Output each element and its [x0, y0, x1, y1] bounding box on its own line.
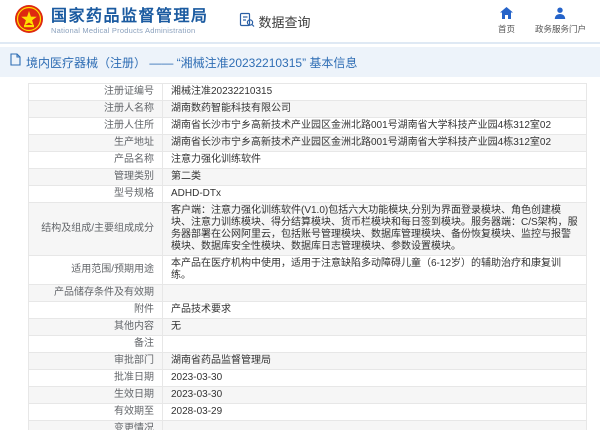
table-row: 其他内容无: [29, 319, 587, 336]
row-label: 管理类别: [29, 169, 163, 186]
national-emblem-icon: [14, 4, 44, 39]
row-value: 2028-03-29: [163, 404, 587, 421]
nav-data-query[interactable]: 数据查询: [239, 12, 311, 31]
row-label: 注册人住所: [29, 118, 163, 135]
agency-name-block: 国家药品监督管理局 National Medical Products Admi…: [51, 8, 209, 35]
table-row: 批准日期2023-03-30: [29, 370, 587, 387]
row-label: 型号规格: [29, 186, 163, 203]
table-row: 管理类别第二类: [29, 169, 587, 186]
table-row: 适用范围/预期用途本产品在医疗机构中使用，适用于注意缺陷多动障碍儿童（6-12岁…: [29, 256, 587, 285]
row-label: 生产地址: [29, 135, 163, 152]
row-label: 生效日期: [29, 387, 163, 404]
table-row: 注册人名称湖南数药智能科技有限公司: [29, 101, 587, 118]
home-icon: [500, 7, 513, 21]
row-label: 批准日期: [29, 370, 163, 387]
site-header: 国家药品监督管理局 National Medical Products Admi…: [0, 0, 600, 44]
row-value: ADHD-DTx: [163, 186, 587, 203]
row-value: 第二类: [163, 169, 587, 186]
header-right-nav: 首页 政务服务门户: [498, 7, 586, 35]
row-label: 注册人名称: [29, 101, 163, 118]
table-row: 审批部门湖南省药品监督管理局: [29, 353, 587, 370]
table-row: 生产地址湖南省长沙市宁乡高新技术产业园区金洲北路001号湖南省大学科技产业园4栋…: [29, 135, 587, 152]
table-row: 附件产品技术要求: [29, 302, 587, 319]
row-label: 产品名称: [29, 152, 163, 169]
table-row: 产品名称注意力强化训练软件: [29, 152, 587, 169]
table-row: 产品储存条件及有效期: [29, 285, 587, 302]
agency-logo[interactable]: 国家药品监督管理局 National Medical Products Admi…: [14, 4, 209, 39]
info-table-body: 注册证编号湘械注准20232210315注册人名称湖南数药智能科技有限公司注册人…: [29, 84, 587, 430]
row-label: 产品储存条件及有效期: [29, 285, 163, 302]
nav-home-label: 首页: [498, 23, 515, 35]
row-value: 注意力强化训练软件: [163, 152, 587, 169]
row-value: 无: [163, 319, 587, 336]
row-value: 湖南数药智能科技有限公司: [163, 101, 587, 118]
table-row: 注册人住所湖南省长沙市宁乡高新技术产业园区金洲北路001号湖南省大学科技产业园4…: [29, 118, 587, 135]
row-label: 结构及组成/主要组成成分: [29, 203, 163, 256]
nav-home[interactable]: 首页: [498, 7, 515, 35]
table-row: 备注: [29, 336, 587, 353]
row-value: [163, 421, 587, 430]
table-row: 注册证编号湘械注准20232210315: [29, 84, 587, 101]
document-icon: [10, 53, 21, 71]
agency-name-en: National Medical Products Administration: [51, 26, 209, 35]
row-value: 客户端：注意力强化训练软件(V1.0)包括六大功能模块,分别为界面登录模块、角色…: [163, 203, 587, 256]
table-row: 生效日期2023-03-30: [29, 387, 587, 404]
table-row: 变更情况: [29, 421, 587, 430]
row-label: 适用范围/预期用途: [29, 256, 163, 285]
page-title-band: 境内医疗器械（注册） —— “湘械注准20232210315” 基本信息: [0, 47, 600, 77]
row-label: 备注: [29, 336, 163, 353]
registration-info-table: 注册证编号湘械注准20232210315注册人名称湖南数药智能科技有限公司注册人…: [28, 83, 587, 430]
agency-name-cn: 国家药品监督管理局: [51, 8, 209, 26]
table-row: 型号规格ADHD-DTx: [29, 186, 587, 203]
row-value: 本产品在医疗机构中使用，适用于注意缺陷多动障碍儿童（6-12岁）的辅助治疗和康复…: [163, 256, 587, 285]
row-value: 湘械注准20232210315: [163, 84, 587, 101]
nav-data-query-label: 数据查询: [259, 12, 311, 31]
row-label: 有效期至: [29, 404, 163, 421]
table-row: 结构及组成/主要组成成分客户端：注意力强化训练软件(V1.0)包括六大功能模块,…: [29, 203, 587, 256]
row-label: 注册证编号: [29, 84, 163, 101]
row-label: 附件: [29, 302, 163, 319]
nav-gov-portal-label: 政务服务门户: [535, 23, 586, 35]
nav-gov-portal[interactable]: 政务服务门户: [535, 7, 586, 35]
row-value: 湖南省长沙市宁乡高新技术产业园区金洲北路001号湖南省大学科技产业园4栋312室…: [163, 118, 587, 135]
user-icon: [554, 7, 566, 21]
row-label: 变更情况: [29, 421, 163, 430]
row-value: 湖南省药品监督管理局: [163, 353, 587, 370]
registration-info-table-wrap: 注册证编号湘械注准20232210315注册人名称湖南数药智能科技有限公司注册人…: [28, 83, 587, 430]
data-query-icon: [239, 12, 255, 31]
row-value: 湖南省长沙市宁乡高新技术产业园区金洲北路001号湖南省大学科技产业园4栋312室…: [163, 135, 587, 152]
page-title: 境内医疗器械（注册） —— “湘械注准20232210315” 基本信息: [26, 54, 357, 71]
table-row: 有效期至2028-03-29: [29, 404, 587, 421]
row-value: 2023-03-30: [163, 370, 587, 387]
row-label: 其他内容: [29, 319, 163, 336]
row-label: 审批部门: [29, 353, 163, 370]
row-value: [163, 285, 587, 302]
row-value: [163, 336, 587, 353]
row-value: 产品技术要求: [163, 302, 587, 319]
row-value: 2023-03-30: [163, 387, 587, 404]
